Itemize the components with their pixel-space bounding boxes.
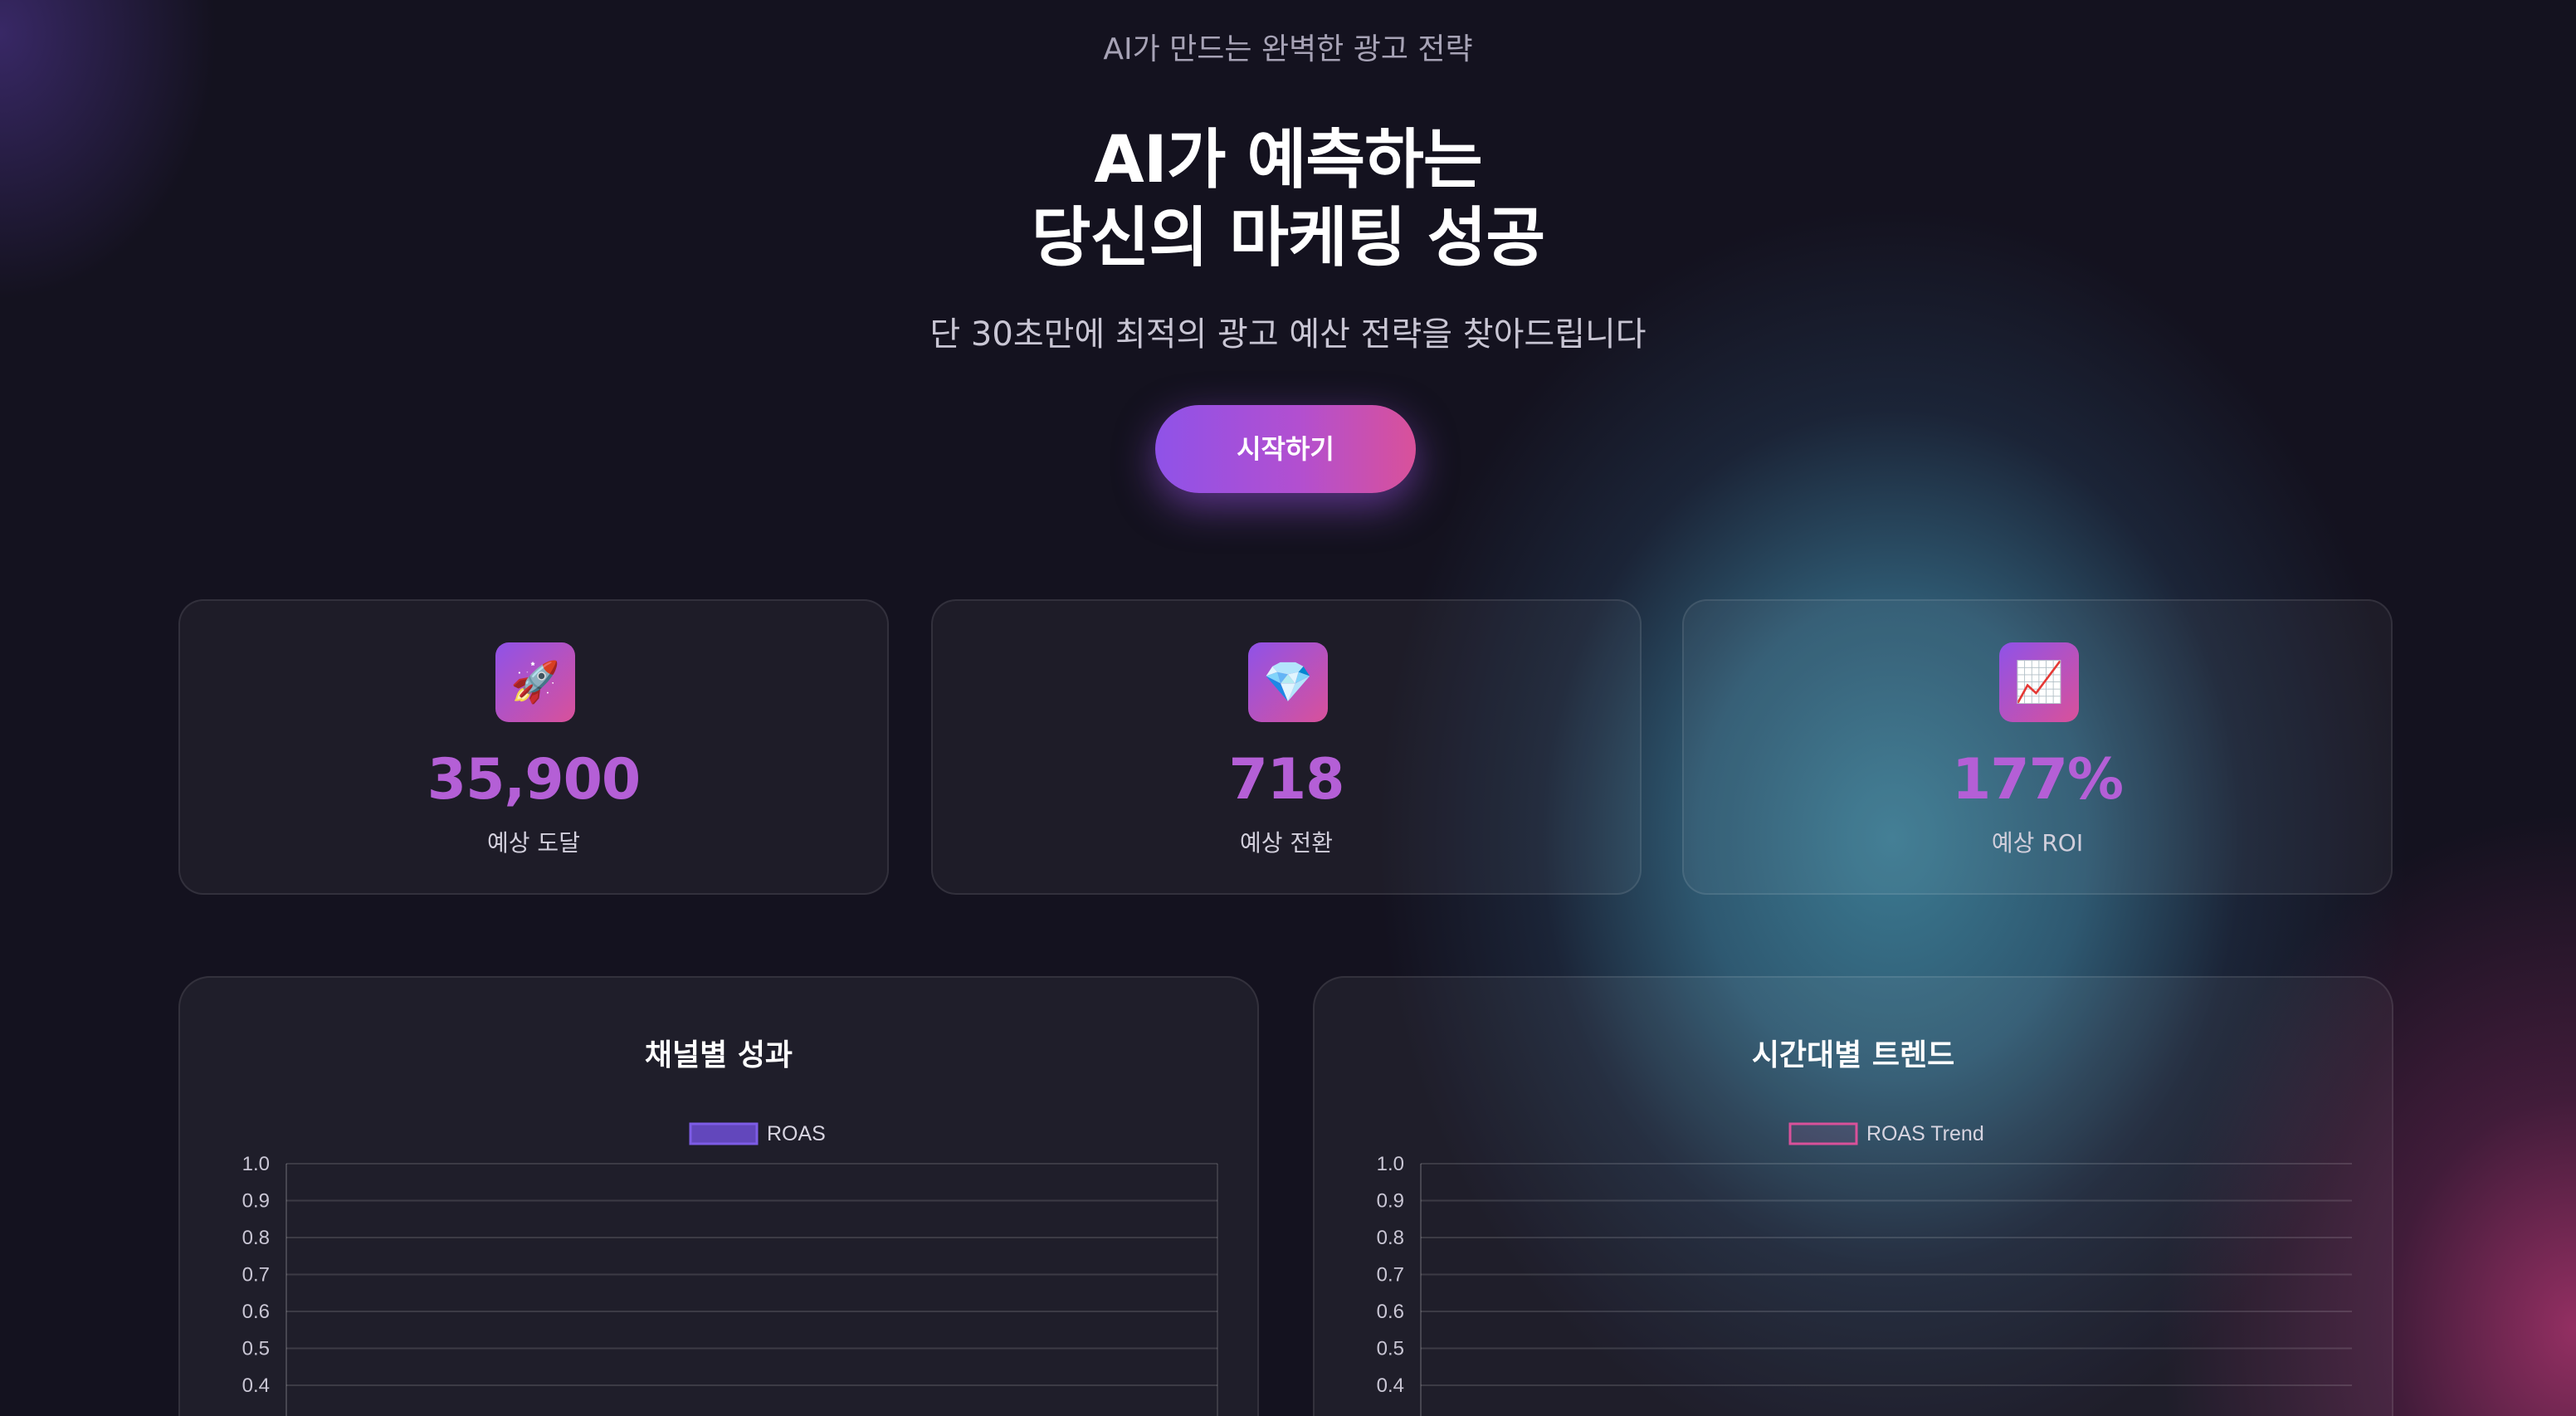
time-trend-chart: ROAS Trend 1.0 0.9 0.8 0.7 0.6 0.5 0.4	[1377, 1122, 2352, 1416]
y-tick-label: 0.6	[1377, 1301, 1404, 1323]
legend-label: ROAS	[767, 1122, 826, 1145]
channel-performance-chart: ROAS 1.0 0.9 0.8 0.7 0.6 0.5 0.4	[242, 1122, 1218, 1416]
y-tick-label: 0.5	[1377, 1338, 1404, 1360]
gem-icon: 💎	[1248, 642, 1328, 722]
chart-increasing-icon: 📈	[1999, 642, 2079, 722]
hero-subtitle: 단 30초만에 최적의 광고 예산 전략을 찾아드립니다	[929, 315, 1647, 354]
y-tick-label: 0.9	[242, 1190, 270, 1213]
y-tick-label: 0.6	[242, 1301, 270, 1323]
stat-card-conversion: 💎 718 예상 전환	[931, 599, 1642, 895]
landing-page: AI가 만드는 완벽한 광고 전략 AI가 예측하는 당신의 마케팅 성공 단 …	[0, 0, 2576, 1416]
stat-card-roi: 📈 177% 예상 ROI	[1682, 599, 2393, 895]
hero-title: AI가 예측하는 당신의 마케팅 성공	[0, 121, 2576, 277]
y-tick-label: 0.4	[242, 1374, 270, 1397]
y-tick-label: 0.4	[1377, 1374, 1404, 1397]
stat-label: 예상 전환	[1240, 829, 1333, 857]
hero-eyebrow: AI가 만드는 완벽한 광고 전략	[1103, 32, 1473, 66]
y-tick-label: 0.8	[242, 1227, 270, 1249]
stat-card-reach: 🚀 35,900 예상 도달	[178, 599, 889, 895]
chart-card-trend: 시간대별 트렌드 ROAS Trend 1.0 0.9 0.8 0.7 0.6 0.5 0.4	[1313, 976, 2393, 1416]
stat-value: 718	[1228, 747, 1345, 813]
stat-label: 예상 도달	[487, 829, 580, 857]
stat-value: 177%	[1951, 747, 2124, 813]
y-tick-label: 0.7	[242, 1264, 270, 1287]
legend-swatch	[689, 1122, 759, 1145]
stat-value: 35,900	[427, 747, 641, 813]
y-tick-label: 0.5	[242, 1338, 270, 1360]
y-tick-label: 1.0	[1377, 1153, 1404, 1175]
stat-label: 예상 ROI	[1991, 829, 2084, 857]
y-tick-label: 0.9	[1377, 1190, 1404, 1213]
rocket-icon: 🚀	[495, 642, 575, 722]
y-tick-label: 0.8	[1377, 1227, 1404, 1249]
chart-card-channel: 채널별 성과 ROAS 1.0 0.9 0.8 0.7 0.6 0.5 0.4	[178, 976, 1259, 1416]
legend-swatch	[1788, 1122, 1858, 1145]
legend-label: ROAS Trend	[1866, 1122, 1984, 1145]
y-tick-label: 0.7	[1377, 1264, 1404, 1287]
hero-title-line-1: AI가 예측하는	[1094, 123, 1482, 198]
hero-title-line-2: 당신의 마케팅 성공	[1031, 201, 1545, 276]
y-tick-label: 1.0	[242, 1153, 270, 1175]
start-button[interactable]: 시작하기	[1155, 405, 1416, 493]
